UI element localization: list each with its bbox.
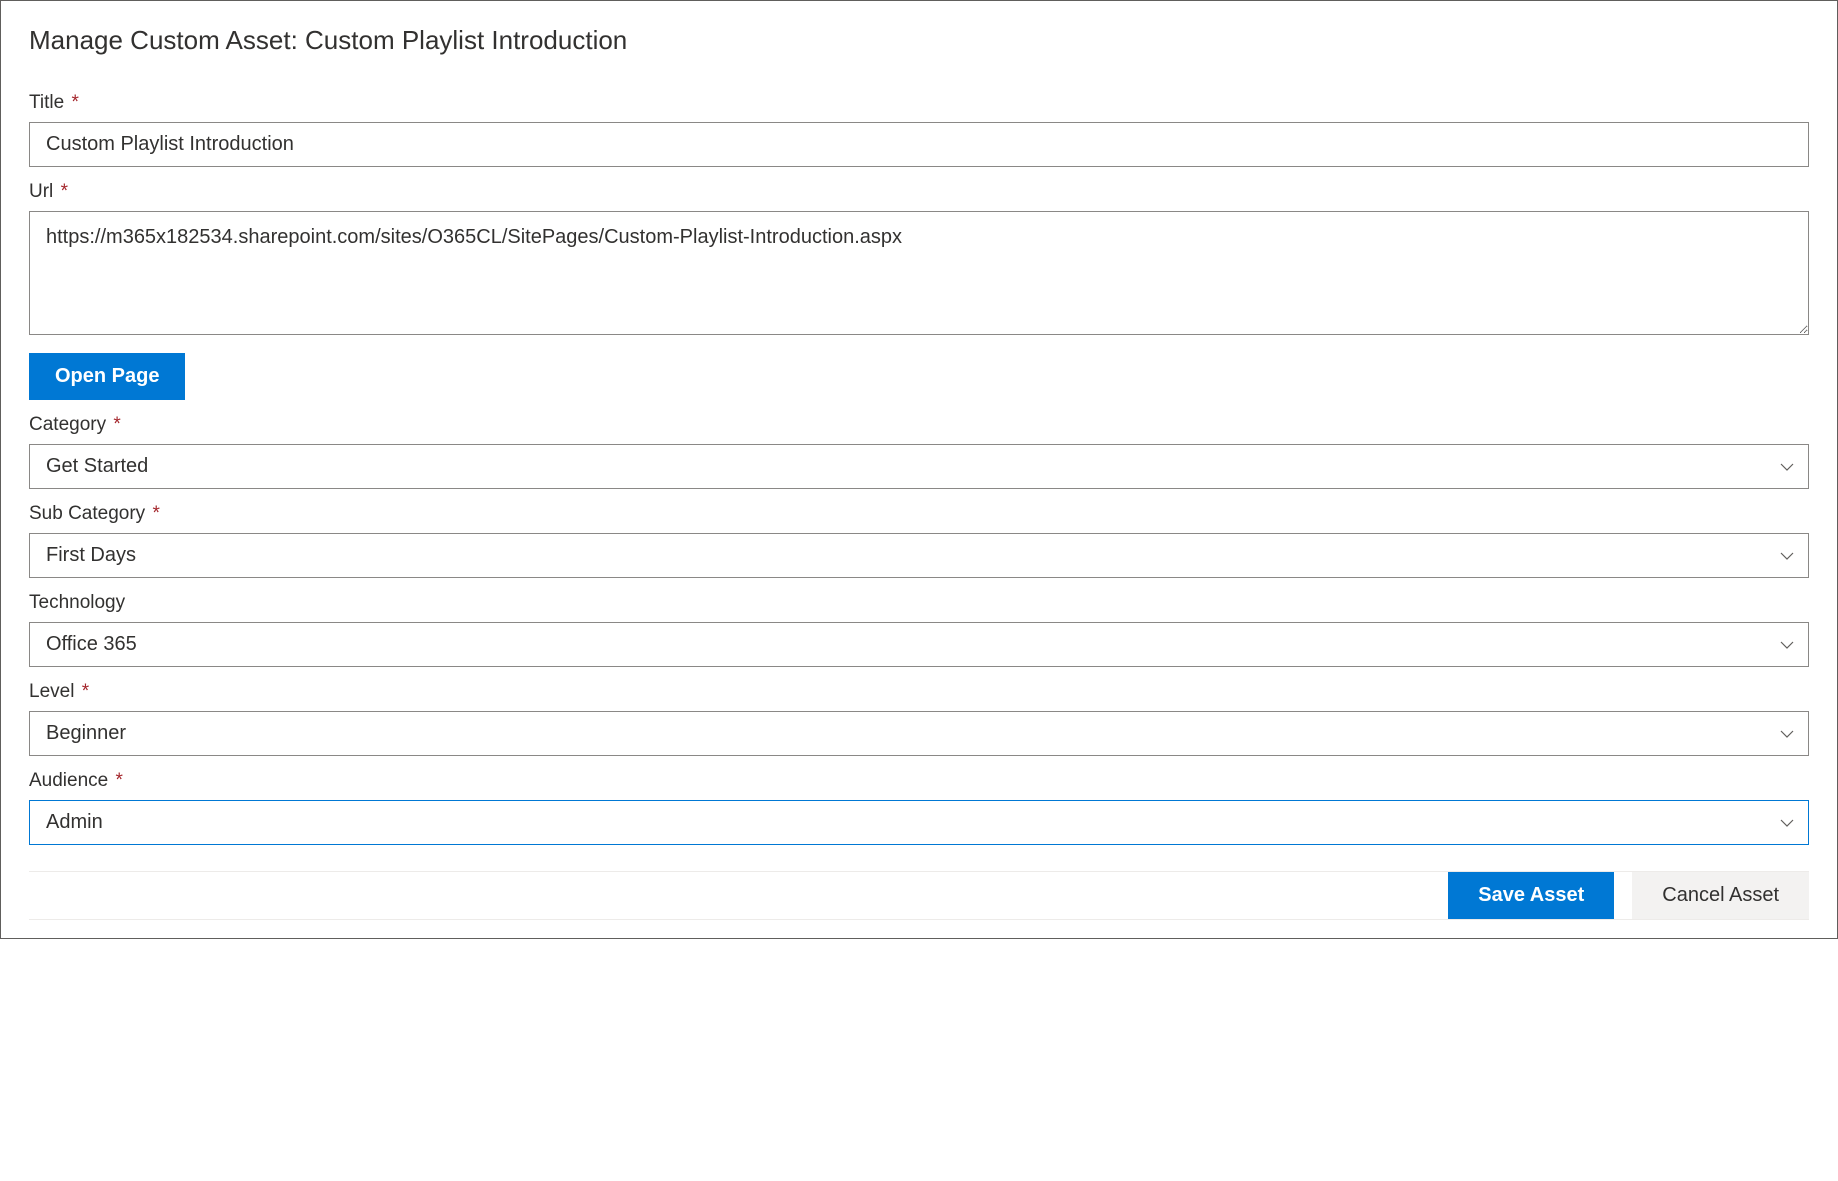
subcategory-field-group: Sub Category * First Days — [29, 503, 1809, 578]
level-dropdown[interactable]: Beginner — [29, 711, 1809, 756]
category-label: Category * — [29, 414, 1809, 436]
url-input[interactable] — [29, 211, 1809, 335]
chevron-down-icon — [1780, 638, 1794, 652]
audience-field-group: Audience * Admin — [29, 770, 1809, 845]
cancel-asset-button[interactable]: Cancel Asset — [1632, 872, 1809, 919]
page-title: Manage Custom Asset: Custom Playlist Int… — [29, 25, 1809, 56]
technology-label-text: Technology — [29, 592, 125, 613]
level-selected: Beginner — [46, 722, 126, 745]
url-label: Url * — [29, 181, 1809, 203]
chevron-down-icon — [1780, 816, 1794, 830]
category-label-text: Category — [29, 414, 106, 435]
url-label-text: Url — [29, 181, 53, 202]
technology-selected: Office 365 — [46, 633, 137, 656]
technology-label: Technology — [29, 592, 1809, 614]
category-selected: Get Started — [46, 455, 148, 478]
technology-field-group: Technology Office 365 — [29, 592, 1809, 667]
manage-asset-panel: Manage Custom Asset: Custom Playlist Int… — [0, 0, 1838, 939]
subcategory-label: Sub Category * — [29, 503, 1809, 525]
required-mark: * — [152, 503, 159, 524]
required-mark: * — [113, 414, 120, 435]
open-page-button[interactable]: Open Page — [29, 353, 185, 400]
title-input[interactable] — [29, 122, 1809, 167]
category-dropdown[interactable]: Get Started — [29, 444, 1809, 489]
chevron-down-icon — [1780, 727, 1794, 741]
chevron-down-icon — [1780, 460, 1794, 474]
audience-dropdown[interactable]: Admin — [29, 800, 1809, 845]
required-mark: * — [71, 92, 78, 113]
audience-selected: Admin — [46, 811, 103, 834]
audience-label-text: Audience — [29, 770, 108, 791]
audience-label: Audience * — [29, 770, 1809, 792]
technology-dropdown[interactable]: Office 365 — [29, 622, 1809, 667]
level-label: Level * — [29, 681, 1809, 703]
required-mark: * — [82, 681, 89, 702]
level-field-group: Level * Beginner — [29, 681, 1809, 756]
url-field-group: Url * — [29, 181, 1809, 340]
save-asset-button[interactable]: Save Asset — [1448, 872, 1614, 919]
subcategory-dropdown[interactable]: First Days — [29, 533, 1809, 578]
title-label-text: Title — [29, 92, 64, 113]
category-field-group: Category * Get Started — [29, 414, 1809, 489]
title-field-group: Title * — [29, 92, 1809, 167]
chevron-down-icon — [1780, 549, 1794, 563]
subcategory-label-text: Sub Category — [29, 503, 145, 524]
action-button-row: Save Asset Cancel Asset — [29, 871, 1809, 920]
level-label-text: Level — [29, 681, 74, 702]
title-label: Title * — [29, 92, 1809, 114]
required-mark: * — [116, 770, 123, 791]
subcategory-selected: First Days — [46, 544, 136, 567]
required-mark: * — [61, 181, 68, 202]
